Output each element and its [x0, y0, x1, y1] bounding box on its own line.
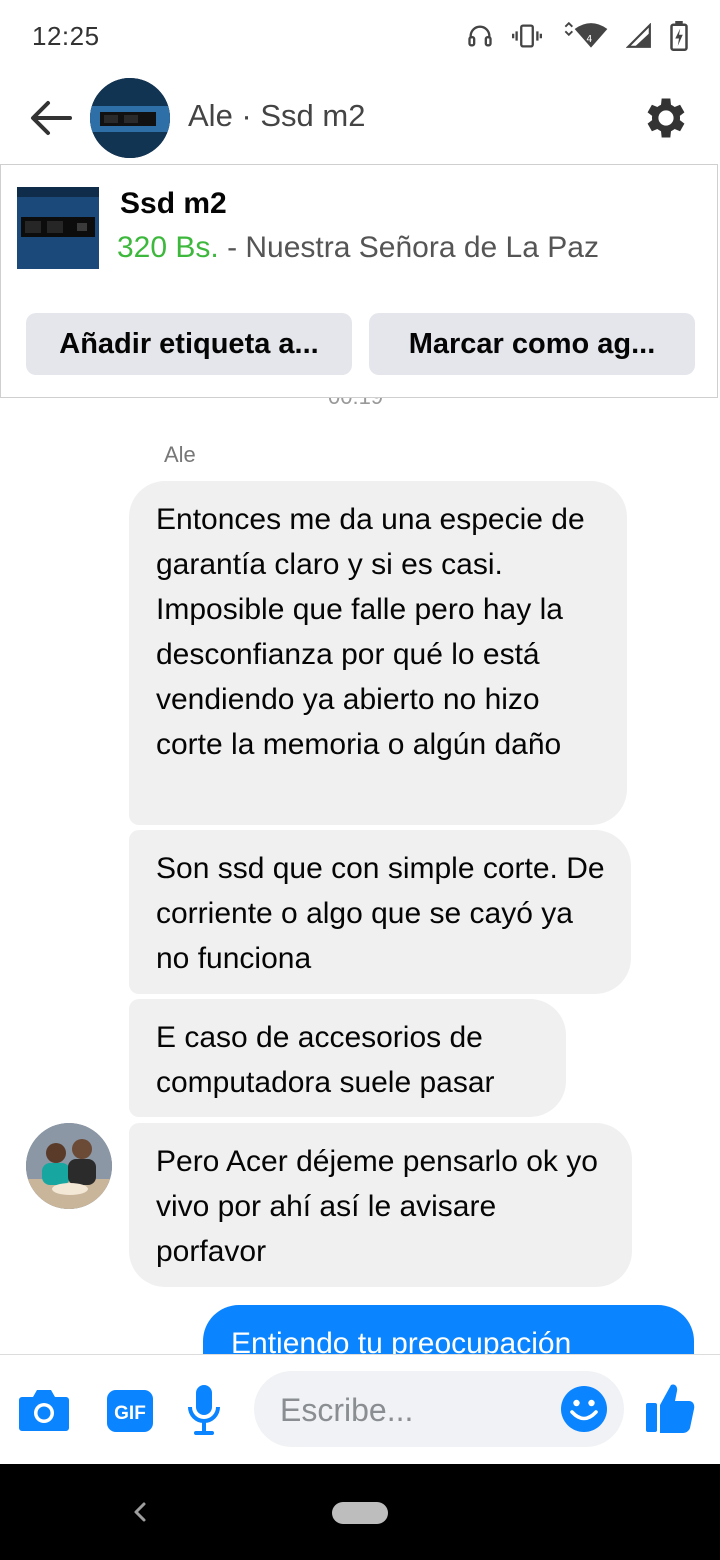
status-time: 12:25 — [32, 20, 100, 51]
product-thumbnail[interactable] — [17, 187, 99, 269]
mark-as-button-label: Marcar como ag... — [408, 327, 656, 360]
outgoing-message-bubble[interactable]: Entiendo tu preocupación — [203, 1305, 694, 1354]
product-name: Ssd m2 — [120, 187, 227, 220]
mark-as-button[interactable]: Marcar como ag... — [369, 313, 695, 375]
add-label-button[interactable]: Añadir etiqueta a... — [26, 313, 352, 375]
product-price: 320 Bs. — [117, 231, 219, 264]
system-home-pill[interactable] — [332, 1502, 388, 1524]
incoming-message-bubble[interactable]: Entonces me da una especie de garantía c… — [129, 481, 627, 825]
system-back-icon[interactable] — [126, 1492, 154, 1532]
vibrate-icon — [512, 24, 542, 48]
incoming-message-bubble[interactable]: Pero Acer déjeme pensarlo ok yo vivo por… — [129, 1123, 632, 1287]
conversation-title: Ale · Ssd m2 — [188, 98, 366, 133]
system-navigation-bar — [0, 1464, 720, 1560]
battery-icon — [670, 21, 688, 51]
status-icons: 4 — [466, 21, 688, 51]
sender-photo-icon — [26, 1123, 112, 1209]
gif-icon[interactable]: GIF — [106, 1389, 154, 1433]
sender-avatar[interactable] — [26, 1123, 112, 1209]
ssd-image-icon — [90, 78, 170, 158]
microphone-icon[interactable] — [186, 1383, 222, 1437]
product-location: - Nuestra Señora de La Paz — [218, 231, 599, 264]
svg-text:GIF: GIF — [114, 1403, 146, 1424]
ssd-thumbnail-icon — [17, 187, 99, 269]
emoji-icon[interactable] — [560, 1385, 608, 1433]
status-bar: 12:25 4 — [0, 0, 720, 72]
gear-icon[interactable] — [640, 92, 692, 144]
camera-icon[interactable] — [18, 1387, 70, 1433]
thumbs-up-icon[interactable] — [644, 1381, 696, 1435]
incoming-message-bubble[interactable]: E caso de accesorios de computadora suel… — [129, 999, 566, 1117]
message-thread[interactable]: 00:19 Ale Entonces me da una especie de … — [0, 398, 720, 1354]
wifi-icon: 4 — [564, 22, 608, 48]
message-input[interactable] — [278, 1383, 552, 1437]
back-arrow-icon[interactable] — [28, 98, 74, 138]
headphones-icon — [468, 25, 492, 47]
sender-name: Ale — [164, 442, 196, 467]
incoming-message-bubble[interactable]: Son ssd que con simple corte. De corrien… — [129, 830, 631, 994]
message-input-container[interactable] — [254, 1371, 624, 1447]
conversation-header: Ale · Ssd m2 — [0, 72, 720, 164]
add-label-button-label: Añadir etiqueta a... — [59, 327, 319, 360]
message-composer: GIF — [0, 1354, 720, 1464]
marketplace-product-card: Ssd m2 320 Bs. - Nuestra Señora de La Pa… — [0, 164, 718, 398]
svg-text:4: 4 — [586, 34, 592, 45]
product-avatar[interactable] — [90, 78, 170, 158]
message-timestamp: 00:19 — [328, 398, 383, 410]
product-meta: 320 Bs. - Nuestra Señora de La Paz — [117, 231, 599, 265]
signal-icon — [626, 23, 651, 48]
